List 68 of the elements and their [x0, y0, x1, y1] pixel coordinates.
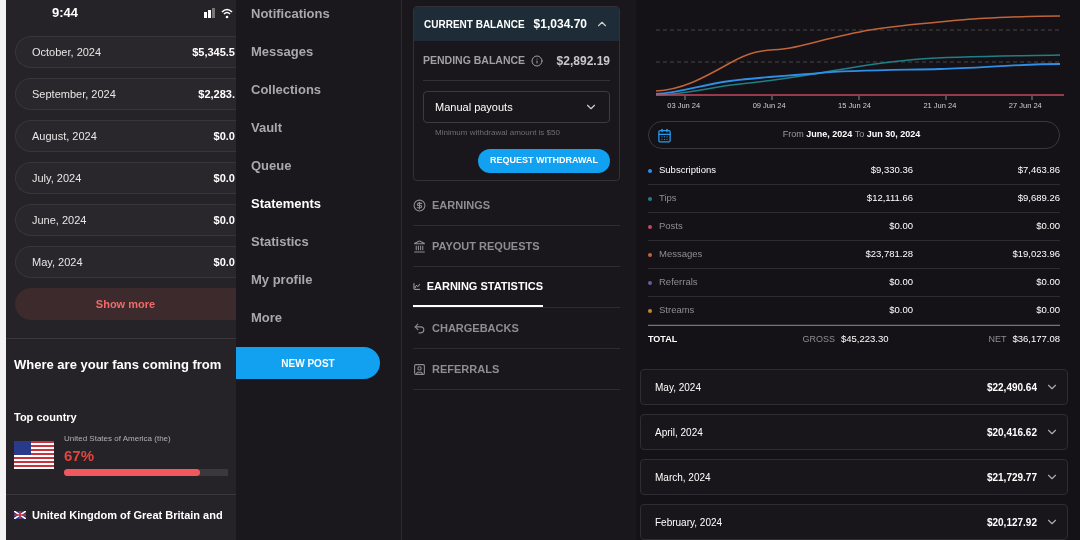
sidebar-item[interactable]: Messages: [236, 33, 401, 71]
dollar-circle-icon: [413, 198, 426, 212]
top-country-label: Top country: [13, 409, 78, 425]
gross-label: GROSS: [802, 332, 835, 346]
month-row[interactable]: August, 2024 $0.0: [15, 120, 236, 152]
category-label[interactable]: Streams: [659, 303, 779, 318]
category-label[interactable]: Messages: [659, 247, 779, 262]
balance-header[interactable]: CURRENT BALANCE $1,034.70: [414, 7, 619, 41]
country-name: United Kingdom of Great Britain and: [32, 508, 223, 523]
gross-amount: $0.00: [888, 275, 913, 290]
month-row[interactable]: May, 2024 $0.0: [15, 246, 236, 278]
month-row[interactable]: June, 2024 $0.0: [15, 204, 236, 236]
net-amount: $7,463.86: [1016, 163, 1060, 178]
sidebar-item[interactable]: Queue: [236, 147, 401, 185]
signal-wifi-icon: [204, 7, 234, 19]
sidebar-item[interactable]: More: [236, 299, 401, 337]
sidebar-item[interactable]: Statistics: [236, 223, 401, 261]
sidebar-item[interactable]: Collections: [236, 71, 401, 109]
flag-icon: [14, 511, 26, 520]
category-label[interactable]: Tips: [659, 191, 779, 206]
payout-select[interactable]: Manual payouts: [423, 91, 610, 123]
net-amount: $0.00: [1035, 303, 1060, 318]
sidebar-item[interactable]: My profile: [236, 261, 401, 299]
show-more-button[interactable]: Show more: [15, 288, 236, 320]
net-amount: $0.00: [1035, 219, 1060, 234]
gross-amount: $23,781.28: [864, 247, 913, 262]
info-icon: [531, 54, 544, 67]
section-tab[interactable]: CHARGEBACKS: [413, 308, 519, 348]
sidebar-item[interactable]: Statements: [236, 185, 401, 223]
month-accordion[interactable]: February, 2024 $20,127.92: [640, 504, 1068, 540]
total-label: TOTAL: [648, 332, 679, 346]
net-amount: $0.00: [1035, 275, 1060, 290]
calendar-icon: [657, 127, 672, 143]
month-accordion[interactable]: May, 2024 $22,490.64: [640, 369, 1068, 405]
pending-amount: $2,892.19: [556, 52, 610, 70]
fans-heading: Where are your fans coming from: [13, 356, 223, 374]
net-amount: $9,689.26: [1016, 191, 1060, 206]
net-total: $36,177.08: [1012, 332, 1060, 347]
category-label[interactable]: Referrals: [659, 275, 779, 290]
net-label: NET: [988, 332, 1007, 346]
country-name: United States of America (the): [64, 433, 172, 445]
flag-icon: [14, 440, 54, 469]
sidebar-item[interactable]: Notifications: [236, 0, 401, 33]
undo-arrow-icon: [413, 321, 426, 335]
category-label[interactable]: Posts: [659, 219, 779, 234]
withdrawal-hint: Minimum withdrawal amount is $50: [434, 127, 561, 139]
gross-amount: $0.00: [888, 303, 913, 318]
country-percent: 67%: [64, 446, 96, 466]
net-amount: $19,023.96: [1011, 247, 1060, 262]
gross-amount: $12,111.66: [865, 191, 913, 206]
user-card-icon: [413, 362, 426, 376]
section-tab[interactable]: EARNING STATISTICS: [413, 267, 543, 307]
month-row[interactable]: October, 2024 $5,345.5: [15, 36, 236, 68]
section-tab[interactable]: REFERRALS: [413, 349, 500, 389]
month-accordion[interactable]: April, 2024 $20,416.62: [640, 414, 1068, 450]
section-tab[interactable]: EARNINGS: [413, 185, 491, 225]
pending-label: PENDING BALANCE: [423, 52, 526, 68]
month-accordion[interactable]: March, 2024 $21,729.77: [640, 459, 1068, 495]
category-label[interactable]: Subscriptions: [659, 163, 779, 178]
month-row[interactable]: September, 2024 $2,283.: [15, 78, 236, 110]
status-time: 9:44: [52, 4, 79, 23]
gross-amount: $0.00: [888, 219, 913, 234]
month-row[interactable]: July, 2024 $0.0: [15, 162, 236, 194]
gross-total: $45,223.30: [840, 332, 889, 347]
section-tab[interactable]: PAYOUT REQUESTS: [413, 226, 540, 266]
bank-icon: [413, 239, 426, 253]
gross-amount: $9,330.36: [869, 163, 913, 178]
sidebar-item[interactable]: Vault: [236, 109, 401, 147]
